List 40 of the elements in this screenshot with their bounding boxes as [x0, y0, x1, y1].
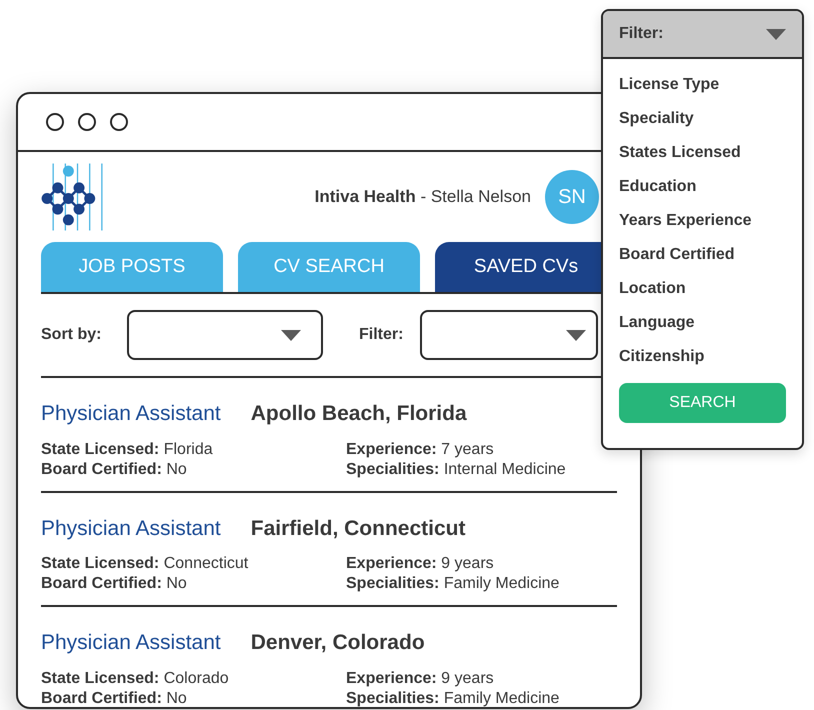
result-title-link[interactable]: Physician Assistant [41, 627, 221, 658]
filter-option[interactable]: Speciality [619, 107, 786, 131]
result-detail: Specialities: Family Medicine [346, 574, 560, 594]
result-detail: Board Certified: No [41, 460, 188, 480]
result-detail: Board Certified: No [41, 574, 188, 594]
result-title-link[interactable]: Physician Assistant [41, 512, 221, 544]
filter-popup-title: Filter: [619, 24, 664, 44]
result-location: Denver, Colorado [250, 630, 425, 656]
filter-option[interactable]: Board Certified [619, 243, 786, 267]
result-title-link[interactable]: Physician Assistant [41, 398, 221, 430]
window-control-icon[interactable] [110, 113, 128, 131]
window-control-icon[interactable] [78, 113, 96, 131]
filter-option[interactable]: Language [619, 311, 786, 335]
sort-label: Sort by: [41, 325, 102, 345]
filter-dropdown[interactable] [420, 310, 598, 360]
result-detail: Specialities: Family Medicine [346, 688, 560, 707]
caret-icon [281, 330, 301, 340]
sort-dropdown[interactable] [127, 310, 323, 360]
caret-icon [566, 330, 586, 340]
result-detail: Experience: 9 years [346, 668, 495, 688]
filter-popup-header[interactable]: Filter: [603, 11, 802, 59]
account-name: Intiva Health - Stella Nelson [314, 186, 531, 208]
filter-option[interactable]: Citizenship [619, 345, 786, 369]
result-detail: State Licensed: Connecticut [41, 554, 250, 574]
filter-option[interactable]: License Type [619, 73, 786, 97]
filter-option[interactable]: Location [619, 277, 786, 301]
result-detail: Experience: 9 years [346, 554, 495, 574]
result-location: Apollo Beach, Florida [250, 401, 467, 427]
result-detail: Board Certified: No [41, 688, 188, 707]
result-detail: State Licensed: Colorado [41, 668, 230, 688]
filter-option[interactable]: Education [619, 175, 786, 199]
result-detail: State Licensed: Florida [41, 440, 214, 460]
filter-option[interactable]: States Licensed [619, 141, 786, 165]
result-location: Fairfield, Connecticut [250, 516, 466, 542]
window-control-icon[interactable] [46, 113, 64, 131]
result-detail: Specialities: Internal Medicine [346, 460, 567, 480]
result-detail: Experience: 7 years [346, 440, 495, 460]
filter-label: Filter: [359, 325, 404, 345]
filter-option[interactable]: Years Experience [619, 209, 786, 233]
caret-icon [766, 28, 786, 40]
